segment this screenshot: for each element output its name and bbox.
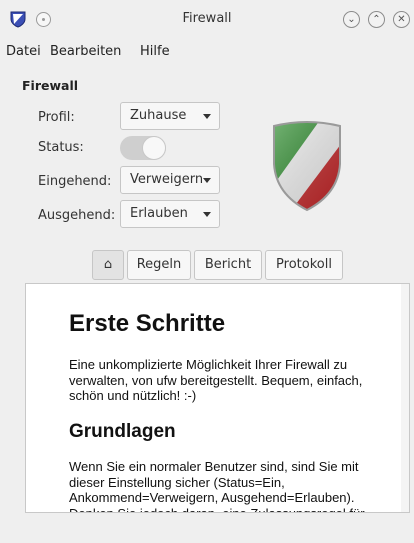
heading-erste-schritte: Erste Schritte bbox=[69, 310, 226, 337]
profile-combo[interactable]: Zuhause bbox=[120, 102, 220, 130]
outgoing-value: Erlauben bbox=[130, 206, 188, 221]
tab-regeln[interactable]: Regeln bbox=[127, 250, 191, 280]
incoming-label: Eingehend: bbox=[38, 174, 112, 189]
menu-datei[interactable]: Datei bbox=[6, 44, 41, 59]
content-scrollbar[interactable] bbox=[401, 284, 409, 512]
title-bar: Firewall ⌄ ⌃ ✕ bbox=[0, 0, 414, 37]
chevron-down-icon: ⌄ bbox=[347, 14, 356, 25]
outgoing-label: Ausgehend: bbox=[38, 208, 116, 223]
chevron-up-icon: ⌃ bbox=[372, 14, 381, 25]
close-icon: ✕ bbox=[397, 14, 406, 25]
tab-bericht[interactable]: Bericht bbox=[194, 250, 262, 280]
profile-label: Profil: bbox=[38, 110, 75, 125]
minimize-button[interactable]: ⌄ bbox=[343, 11, 360, 28]
menu-hilfe[interactable]: Hilfe bbox=[140, 44, 170, 59]
firewall-shield-icon bbox=[273, 121, 341, 212]
tab-home[interactable]: ⌂ bbox=[92, 250, 124, 280]
dropdown-arrow-icon bbox=[203, 212, 211, 217]
dropdown-arrow-icon bbox=[203, 114, 211, 119]
toggle-knob bbox=[142, 136, 166, 160]
close-button[interactable]: ✕ bbox=[393, 11, 410, 28]
tab-protokoll[interactable]: Protokoll bbox=[265, 250, 343, 280]
menu-bearbeiten[interactable]: Bearbeiten bbox=[50, 44, 121, 59]
section-title: Firewall bbox=[22, 78, 79, 93]
home-icon: ⌂ bbox=[103, 257, 113, 272]
status-toggle[interactable] bbox=[120, 136, 166, 160]
dropdown-arrow-icon bbox=[203, 178, 211, 183]
menu-bar: Datei Bearbeiten Hilfe bbox=[0, 37, 414, 63]
outgoing-combo[interactable]: Erlauben bbox=[120, 200, 220, 228]
help-content[interactable]: Erste Schritte Eine unkomplizierte Mögli… bbox=[25, 283, 410, 513]
heading-grundlagen: Grundlagen bbox=[69, 421, 176, 442]
intro-paragraph: Eine unkomplizierte Möglichkeit Ihrer Fi… bbox=[69, 357, 363, 403]
status-bar bbox=[0, 513, 414, 543]
basics-paragraph: Wenn Sie ein normaler Benutzer sind, sin… bbox=[69, 459, 365, 513]
incoming-value: Verweigern bbox=[130, 172, 204, 187]
maximize-button[interactable]: ⌃ bbox=[368, 11, 385, 28]
profile-value: Zuhause bbox=[130, 108, 187, 123]
status-label: Status: bbox=[38, 140, 84, 155]
incoming-combo[interactable]: Verweigern bbox=[120, 166, 220, 194]
